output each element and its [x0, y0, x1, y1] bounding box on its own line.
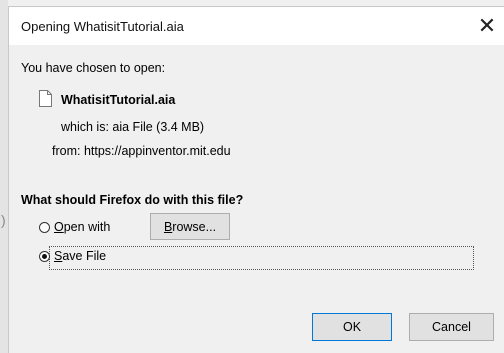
download-dialog: Opening WhatisitTutorial.aia ✕ You have …: [8, 6, 504, 353]
file-type-info: which is: aia File (3.4 MB): [61, 120, 205, 134]
cancel-button[interactable]: Cancel: [409, 313, 494, 341]
file-icon: [39, 90, 52, 107]
background-window-edge: ): [0, 0, 8, 353]
action-question: What should Firefox do with this file?: [21, 193, 244, 207]
browse-button[interactable]: Browse...: [150, 213, 230, 240]
background-window-mark: ): [1, 212, 6, 228]
file-name: WhatisitTutorial.aia: [61, 93, 176, 107]
close-icon[interactable]: ✕: [470, 7, 504, 45]
ok-button[interactable]: OK: [312, 313, 392, 341]
chosen-label: You have chosen to open:: [21, 61, 166, 75]
save-file-focus-outline: [49, 246, 474, 270]
file-source-info: from: https://appinventor.mit.edu: [52, 144, 231, 158]
open-with-label[interactable]: Open with: [54, 220, 110, 234]
dialog-title: Opening WhatisitTutorial.aia: [21, 19, 184, 34]
browse-button-label: Browse...: [163, 219, 217, 234]
radio-open-with[interactable]: [39, 222, 50, 233]
save-file-label[interactable]: Save File: [54, 249, 106, 263]
radio-save-file[interactable]: [39, 251, 50, 262]
title-bar: Opening WhatisitTutorial.aia ✕: [9, 7, 504, 45]
